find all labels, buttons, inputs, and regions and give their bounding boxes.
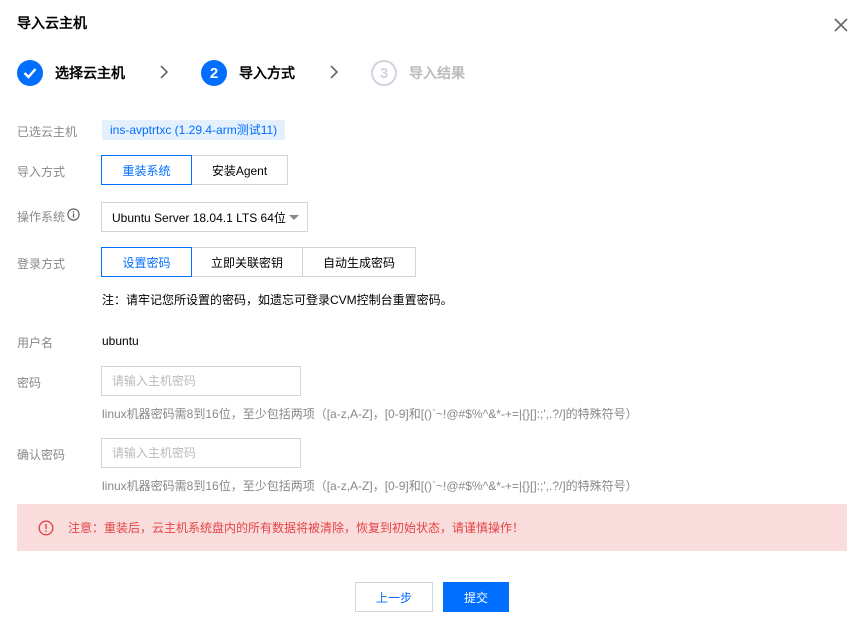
confirm-password-hint: linux机器密码需8到16位，至少包括两项（[a-z,A-Z]，[0-9]和[… xyxy=(102,479,638,493)
login-link-key-button[interactable]: 立即关联密钥 xyxy=(191,247,303,277)
import-host-dialog: 导入云主机 选择云主机 2 导入方式 3 导入结果 已选云主机 ins-avpt… xyxy=(0,0,864,619)
os-label: 操作系统 xyxy=(17,210,66,224)
step-import-result: 3 导入结果 xyxy=(371,58,465,88)
password-input[interactable] xyxy=(101,366,301,396)
step-number: 3 xyxy=(371,60,397,86)
selected-host-tag: ins-avptrtxc (1.29.4-arm测试11) xyxy=(102,120,286,140)
info-icon[interactable] xyxy=(67,208,80,221)
previous-button[interactable]: 上一步 xyxy=(355,582,433,612)
login-note: 注：请牢记您所设置的密码，如遗忘可登录CVM控制台重置密码。 xyxy=(102,293,453,307)
confirm-password-label: 确认密码 xyxy=(17,448,66,462)
password-hint: linux机器密码需8到16位，至少包括两项（[a-z,A-Z]，[0-9]和[… xyxy=(102,407,638,421)
login-set-password-button[interactable]: 设置密码 xyxy=(101,247,192,277)
step-label: 选择云主机 xyxy=(55,65,125,81)
os-select[interactable]: Ubuntu Server 18.04.1 LTS 64位 xyxy=(101,202,308,232)
username-value: ubuntu xyxy=(102,334,139,348)
import-method-group: 重装系统 安装Agent xyxy=(101,155,288,185)
username-label: 用户名 xyxy=(17,336,54,350)
login-auto-password-button[interactable]: 自动生成密码 xyxy=(302,247,416,277)
confirm-password-input[interactable] xyxy=(101,438,301,468)
os-select-value: Ubuntu Server 18.04.1 LTS 64位 xyxy=(112,210,286,225)
login-method-group: 设置密码 立即关联密钥 自动生成密码 xyxy=(101,247,416,277)
step-label: 导入方式 xyxy=(239,65,295,81)
close-icon[interactable] xyxy=(830,14,852,36)
warning-text: 注意：重装后，云主机系统盘内的所有数据将被清除，恢复到初始状态，请谨慎操作！ xyxy=(68,521,525,535)
import-method-reinstall-button[interactable]: 重装系统 xyxy=(101,155,192,185)
dialog-title: 导入云主机 xyxy=(17,15,87,31)
check-icon xyxy=(17,60,43,86)
caret-down-icon xyxy=(289,215,299,220)
password-label: 密码 xyxy=(17,376,42,390)
import-method-label: 导入方式 xyxy=(17,165,66,179)
step-import-method: 2 导入方式 xyxy=(201,58,295,88)
selected-host-label: 已选云主机 xyxy=(17,125,78,139)
submit-button[interactable]: 提交 xyxy=(443,582,509,612)
login-method-label: 登录方式 xyxy=(17,257,66,271)
step-select-host: 选择云主机 xyxy=(17,58,125,88)
chevron-right-icon xyxy=(160,65,169,79)
chevron-right-icon xyxy=(330,65,339,79)
step-label: 导入结果 xyxy=(409,65,465,81)
import-method-agent-button[interactable]: 安装Agent xyxy=(191,155,288,185)
warning-banner: 注意：重装后，云主机系统盘内的所有数据将被清除，恢复到初始状态，请谨慎操作！ xyxy=(17,504,847,551)
step-number: 2 xyxy=(201,60,227,86)
alert-circle-icon xyxy=(38,519,54,536)
